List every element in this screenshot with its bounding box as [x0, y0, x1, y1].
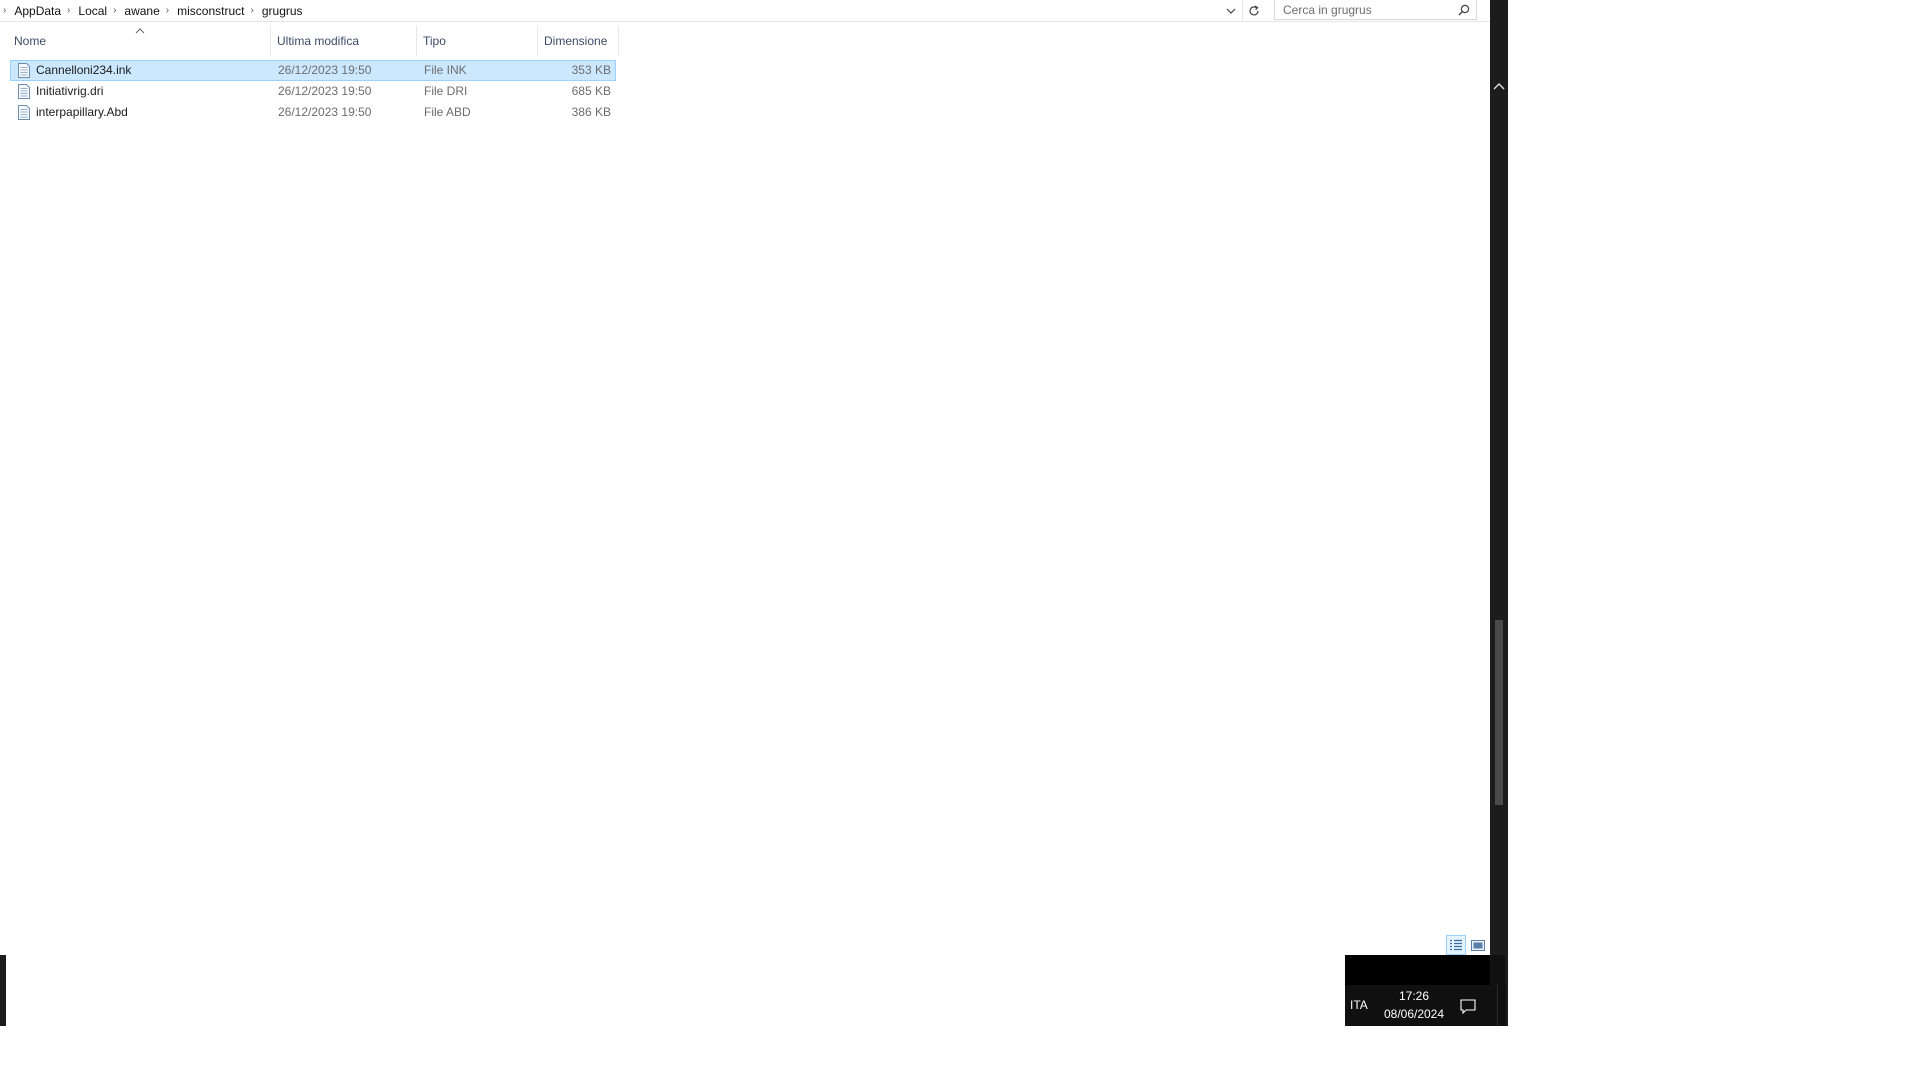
vertical-scrollbar[interactable]	[1490, 0, 1508, 1026]
breadcrumb-item-awane[interactable]: awane	[124, 4, 159, 18]
column-header-type[interactable]: Tipo	[417, 26, 538, 56]
breadcrumb-item-appdata[interactable]: AppData	[14, 4, 61, 18]
details-view-button[interactable]	[1446, 935, 1466, 955]
chevron-right-icon[interactable]: ›	[166, 5, 169, 16]
chevron-right-icon[interactable]: ›	[3, 5, 6, 16]
file-name[interactable]: Cannelloni234.ink	[36, 61, 131, 80]
show-desktop-button[interactable]	[1497, 985, 1506, 1026]
search-input[interactable]	[1275, 0, 1459, 19]
chevron-down-icon	[1226, 8, 1236, 14]
chevron-right-icon[interactable]: ›	[251, 5, 254, 16]
file-row[interactable]: Cannelloni234.ink 26/12/2023 19:50 File …	[10, 60, 616, 81]
file-modified: 26/12/2023 19:50	[278, 84, 372, 98]
breadcrumb[interactable]: › AppData › Local › awane › misconstruct…	[0, 0, 1228, 21]
search-button[interactable]	[1456, 2, 1472, 18]
address-bar[interactable]: › AppData › Local › awane › misconstruct…	[0, 0, 1490, 22]
file-row[interactable]: interpapillary.Abd 26/12/2023 19:50 File…	[10, 102, 616, 123]
large-icons-view-button[interactable]	[1468, 935, 1488, 955]
column-header-modified[interactable]: Ultima modifica	[271, 26, 417, 56]
file-type: File INK	[424, 63, 467, 77]
file-icon	[18, 84, 30, 99]
breadcrumb-item-local[interactable]: Local	[78, 4, 107, 18]
column-header-size[interactable]: Dimensione	[538, 26, 619, 56]
file-size: 353 KB	[571, 63, 611, 77]
file-type: File DRI	[424, 84, 468, 98]
file-name[interactable]: Initiativrig.dri	[36, 82, 103, 101]
file-type: File ABD	[424, 105, 471, 119]
chevron-right-icon[interactable]: ›	[113, 5, 116, 16]
input-language-indicator[interactable]: ITA	[1350, 996, 1372, 1014]
file-row[interactable]: Initiativrig.dri 26/12/2023 19:50 File D…	[10, 81, 616, 102]
scrollbar-thumb[interactable]	[1495, 620, 1503, 805]
large-icons-view-icon	[1471, 939, 1485, 951]
refresh-button[interactable]	[1242, 0, 1265, 21]
breadcrumb-item-grugrus[interactable]: grugrus	[262, 4, 303, 18]
file-modified: 26/12/2023 19:50	[278, 63, 372, 77]
search-box[interactable]	[1274, 0, 1477, 20]
taskbar-left-edge	[0, 955, 6, 1026]
breadcrumb-item-misconstruct[interactable]: misconstruct	[177, 4, 244, 18]
notification-center-icon	[1460, 998, 1476, 1014]
address-history-dropdown[interactable]	[1221, 0, 1241, 21]
scroll-up-icon[interactable]	[1492, 80, 1506, 92]
sort-ascending-icon	[135, 28, 145, 34]
file-icon	[18, 105, 30, 120]
column-header-row: Nome Ultima modifica Tipo Dimensione	[0, 26, 620, 56]
clock-time[interactable]: 17:26	[1382, 988, 1446, 1005]
file-size: 386 KB	[571, 105, 611, 119]
file-modified: 26/12/2023 19:50	[278, 105, 372, 119]
taskbar-overflow-area	[1345, 955, 1490, 985]
file-explorer-window: › AppData › Local › awane › misconstruct…	[0, 0, 1490, 1026]
clock-date[interactable]: 08/06/2024	[1378, 1006, 1450, 1023]
notification-center-button[interactable]	[1458, 996, 1478, 1016]
file-name[interactable]: interpapillary.Abd	[36, 103, 128, 122]
search-icon	[1458, 4, 1470, 16]
details-view-icon	[1450, 939, 1462, 951]
file-icon	[18, 63, 30, 78]
file-size: 685 KB	[571, 84, 611, 98]
chevron-right-icon[interactable]: ›	[67, 5, 70, 16]
file-list: Cannelloni234.ink 26/12/2023 19:50 File …	[10, 60, 616, 123]
refresh-icon	[1249, 4, 1259, 15]
